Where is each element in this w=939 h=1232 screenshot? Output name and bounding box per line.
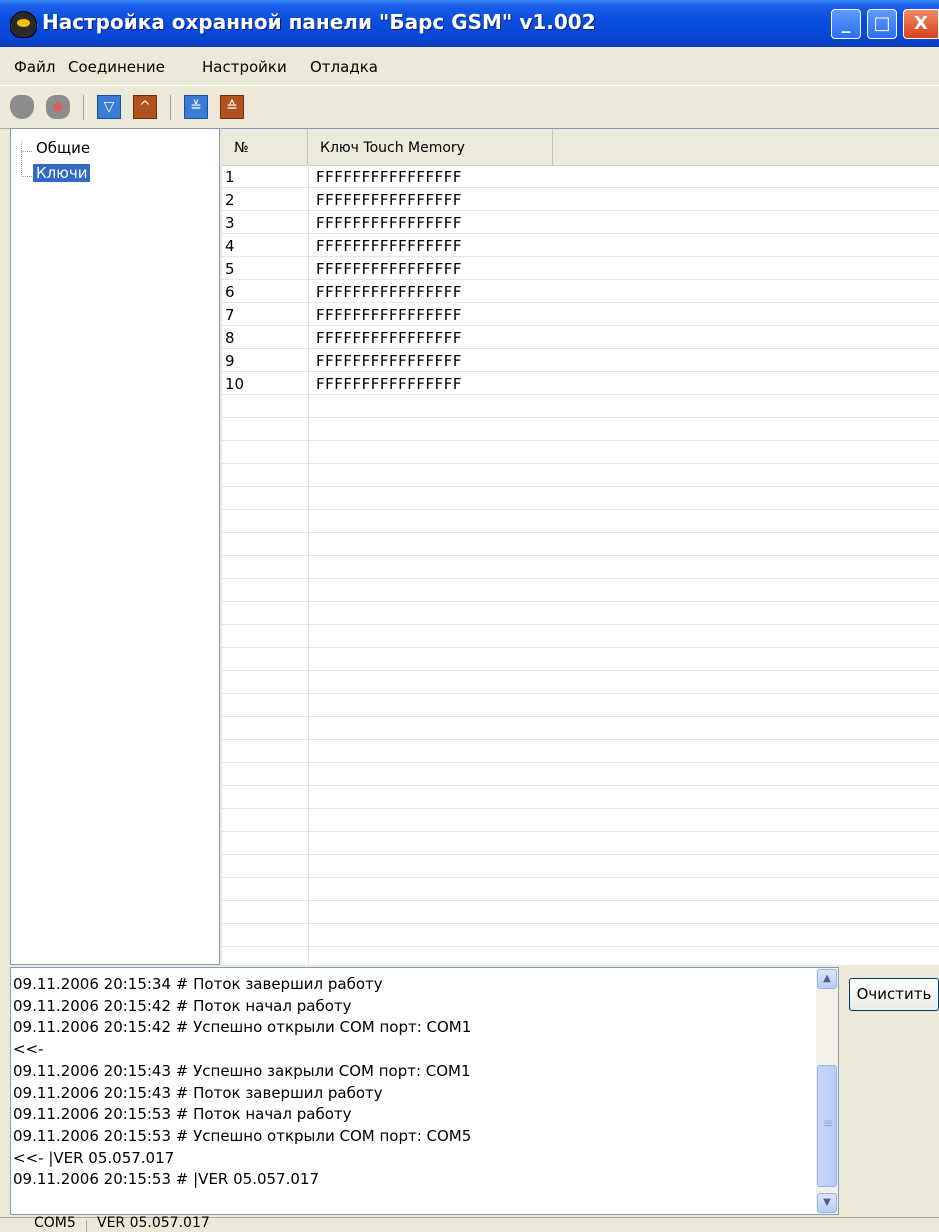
cell-number: 10 (225, 375, 245, 393)
log-panel[interactable]: 09.11.2006 20:15:34 # Поток завершил раб… (10, 967, 839, 1215)
app-icon[interactable] (10, 11, 37, 38)
table-row[interactable]: 5 FFFFFFFFFFFFFFFF (222, 257, 939, 280)
write-icon[interactable]: ^ (133, 95, 157, 119)
table-row[interactable]: 6 FFFFFFFFFFFFFFFF (222, 280, 939, 303)
scroll-thumb[interactable] (817, 1065, 837, 1187)
menu-bar: Файл Соединение Настройки Отладка (0, 47, 939, 85)
toolbar: ▽ ^ ≚ ≙ (0, 85, 939, 129)
read-all-icon[interactable]: ≚ (184, 95, 208, 119)
table-row[interactable]: 1 FFFFFFFFFFFFFFFF (222, 165, 939, 188)
log-scrollbar[interactable]: ▲ ▼ (816, 968, 838, 1214)
table-row[interactable]: 3 FFFFFFFFFFFFFFFF (222, 211, 939, 234)
tree-connector (21, 142, 22, 177)
table-row[interactable]: 2 FFFFFFFFFFFFFFFF (222, 188, 939, 211)
clear-log-button[interactable]: Очистить (849, 978, 939, 1011)
log-line: 09.11.2006 20:15:34 # Поток завершил раб… (13, 975, 383, 993)
cell-number: 7 (225, 306, 235, 324)
cell-key: FFFFFFFFFFFFFFFF (316, 168, 463, 186)
status-bar: COM5 VER 05.057.017 (0, 1215, 939, 1232)
cell-key: FFFFFFFFFFFFFFFF (316, 375, 463, 393)
cell-number: 2 (225, 191, 235, 209)
title-bar[interactable]: Настройка охранной панели "Барс GSM" v1.… (0, 0, 939, 47)
tree-item-general[interactable]: Общие (33, 139, 93, 157)
cell-key: FFFFFFFFFFFFFFFF (316, 260, 463, 278)
table-row[interactable]: 10 FFFFFFFFFFFFFFFF (222, 372, 939, 395)
close-button[interactable]: X (903, 9, 939, 39)
log-line: 09.11.2006 20:15:53 # Поток начал работу (13, 1105, 352, 1124)
status-separator (86, 1220, 87, 1232)
log-line: 09.11.2006 20:15:43 # Поток завершил раб… (13, 1083, 383, 1102)
log-line: 09.11.2006 20:15:53 # Успешно открыли CO… (13, 1126, 472, 1145)
log-lines: 09.11.2006 20:15:34 # Поток завершил раб… (13, 974, 813, 1191)
column-header-key[interactable]: Ключ Touch Memory (308, 129, 553, 165)
log-line: <<- |VER 05.057.017 (13, 1148, 175, 1167)
cell-key: FFFFFFFFFFFFFFFF (316, 191, 463, 209)
cell-number: 1 (225, 168, 235, 186)
table-row[interactable]: 9 FFFFFFFFFFFFFFFF (222, 349, 939, 372)
cell-key: FFFFFFFFFFFFFFFF (316, 283, 463, 301)
cell-key: FFFFFFFFFFFFFFFF (316, 306, 463, 324)
cell-key: FFFFFFFFFFFFFFFF (316, 214, 463, 232)
table-row[interactable]: 7 FFFFFFFFFFFFFFFF (222, 303, 939, 326)
log-line: 09.11.2006 20:15:43 # Успешно закрыли CO… (13, 1061, 471, 1080)
menu-debug[interactable]: Отладка (310, 58, 378, 76)
cell-number: 3 (225, 214, 235, 232)
menu-connection[interactable]: Соединение (68, 58, 165, 76)
minimize-button[interactable]: _ (831, 9, 861, 39)
cell-key: FFFFFFFFFFFFFFFF (316, 329, 463, 347)
window-title: Настройка охранной панели "Барс GSM" v1.… (42, 10, 596, 34)
read-icon[interactable]: ▽ (97, 95, 121, 119)
log-line: 09.11.2006 20:15:53 # |VER 05.057.017 (13, 1170, 319, 1189)
cell-number: 8 (225, 329, 235, 347)
menu-file[interactable]: Файл (14, 58, 55, 76)
cell-number: 9 (225, 352, 235, 370)
menu-settings[interactable]: Настройки (202, 58, 287, 76)
cell-number: 6 (225, 283, 235, 301)
settings-tree[interactable]: Общие Ключи (10, 128, 220, 965)
scroll-down-icon[interactable]: ▼ (817, 1193, 837, 1213)
maximize-button[interactable]: □ (867, 9, 897, 39)
tree-item-keys[interactable]: Ключи (33, 164, 91, 182)
cell-number: 5 (225, 260, 235, 278)
tree-connector (21, 151, 32, 152)
connect-icon[interactable] (10, 95, 34, 119)
table-row[interactable]: 4 FFFFFFFFFFFFFFFF (222, 234, 939, 257)
table-row[interactable]: 8 FFFFFFFFFFFFFFFF (222, 326, 939, 349)
scroll-up-icon[interactable]: ▲ (817, 969, 837, 989)
log-line: <<- (13, 1040, 44, 1059)
grid-header: № Ключ Touch Memory (222, 129, 939, 166)
disconnect-icon[interactable] (46, 95, 70, 119)
tree-connector (21, 176, 32, 177)
cell-number: 4 (225, 237, 235, 255)
log-line: 09.11.2006 20:15:42 # Успешно открыли CO… (13, 1018, 472, 1037)
cell-key: FFFFFFFFFFFFFFFF (316, 352, 463, 370)
write-all-icon[interactable]: ≙ (220, 95, 244, 119)
toolbar-separator (170, 95, 174, 120)
cell-key: FFFFFFFFFFFFFFFF (316, 237, 463, 255)
toolbar-separator (83, 95, 87, 120)
column-header-number[interactable]: № (222, 129, 308, 165)
keys-grid[interactable]: № Ключ Touch Memory 1 FFFFFFFFFFFFFFFF 2 FF… (222, 128, 939, 965)
log-line: 09.11.2006 20:15:42 # Поток начал работу (13, 996, 352, 1015)
